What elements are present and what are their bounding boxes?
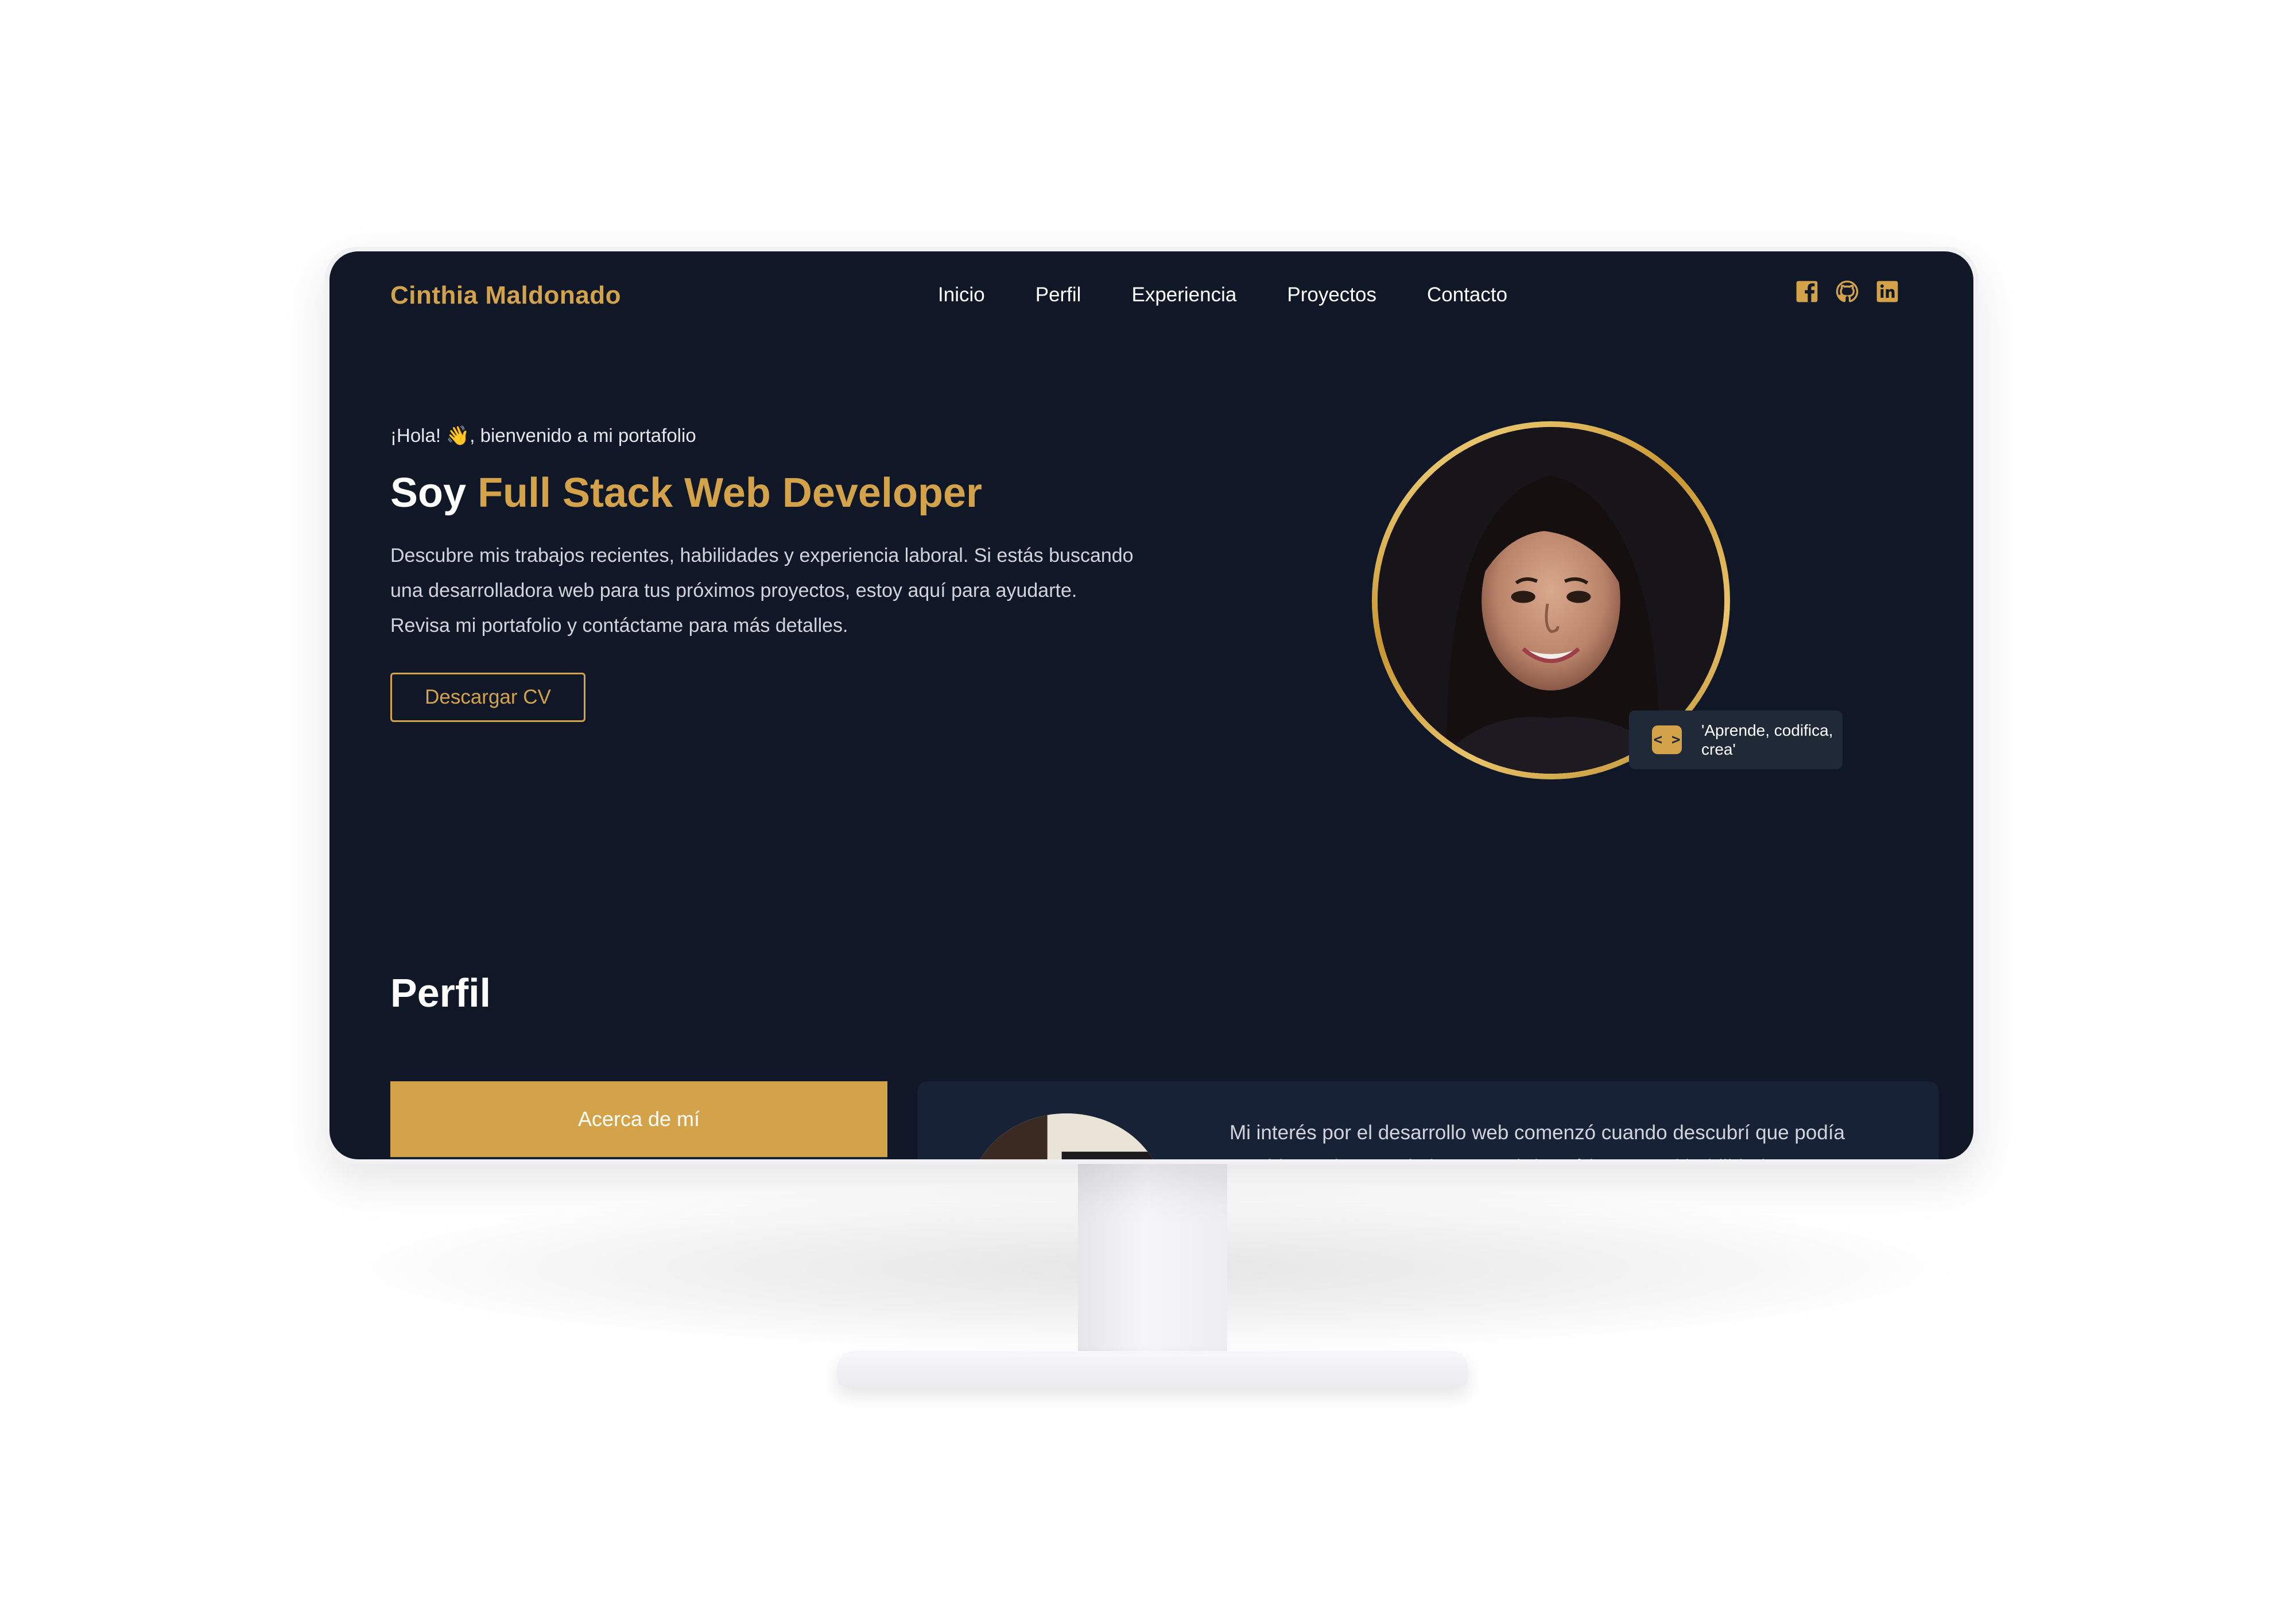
download-cv-button[interactable]: Descargar CV: [390, 673, 585, 722]
mockup-stage: Cinthia Maldonado Inicio Perfil Experien…: [0, 0, 2296, 1607]
quote-text: 'Aprende, codifica, crea': [1701, 721, 1833, 758]
about-photo: [969, 1113, 1164, 1159]
facebook-icon[interactable]: [1795, 280, 1818, 303]
about-card: Mi interés por el desarrollo web comenzó…: [917, 1081, 1939, 1159]
about-me-tab[interactable]: Acerca de mí: [390, 1081, 887, 1157]
website-screen: Cinthia Maldonado Inicio Perfil Experien…: [329, 251, 1973, 1159]
monitor-frame: Cinthia Maldonado Inicio Perfil Experien…: [325, 247, 1978, 1164]
hero-description: Descubre mis trabajos recientes, habilid…: [390, 545, 1134, 636]
monitor-stand-base: [837, 1351, 1468, 1388]
about-tab-panel: [390, 1157, 887, 1159]
github-icon[interactable]: [1836, 280, 1859, 303]
linkedin-icon[interactable]: [1876, 280, 1899, 303]
about-text: Mi interés por el desarrollo web comenzó…: [1230, 1121, 1845, 1159]
nav-link-inicio[interactable]: Inicio: [938, 284, 985, 306]
nav-link-contacto[interactable]: Contacto: [1427, 284, 1507, 306]
nav-links: Inicio Perfil Experiencia Proyectos Cont…: [938, 284, 1507, 306]
monitor-stand-neck: [1078, 1163, 1227, 1369]
nav-link-perfil[interactable]: Perfil: [1035, 284, 1081, 306]
profile-section-title: Perfil: [390, 971, 491, 1015]
hero-title-accent: Full Stack Web Developer: [478, 470, 983, 516]
navbar: Cinthia Maldonado Inicio Perfil Experien…: [329, 251, 1973, 343]
hero-title: Soy Full Stack Web Developer: [390, 469, 982, 517]
nav-link-experiencia[interactable]: Experiencia: [1131, 284, 1236, 306]
hero-title-prefix: Soy: [390, 470, 478, 516]
social-links: [1795, 280, 1899, 303]
nav-link-proyectos[interactable]: Proyectos: [1287, 284, 1376, 306]
brand-logo[interactable]: Cinthia Maldonado: [390, 281, 621, 310]
hero-greeting: ¡Hola! 👋, bienvenido a mi portafolio: [390, 425, 696, 446]
code-icon: < >: [1652, 725, 1682, 754]
quote-card: < > 'Aprende, codifica, crea': [1629, 711, 1843, 769]
